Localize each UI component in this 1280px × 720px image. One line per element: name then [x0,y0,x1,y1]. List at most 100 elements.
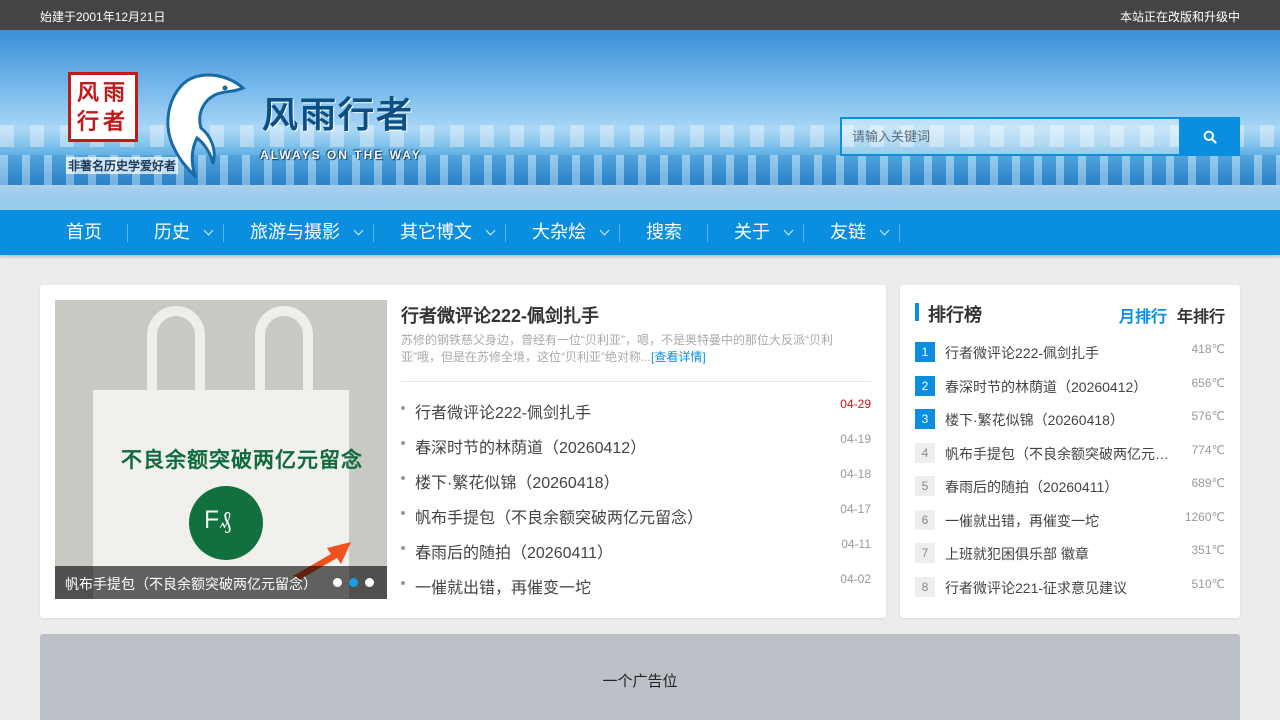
nav-item-label: 大杂烩 [532,222,586,242]
image-slider[interactable]: 不良余额突破两亿元留念 ᖴ₰ 帆布手提包（不良余额突破两亿元留念） [55,300,387,599]
recent-post-list: 行者微评论222-佩剑扎手 04-29 春深时节的林荫道（20260412） 04-1… [401,392,871,602]
seal-logo[interactable]: 风雨行者 [68,72,138,142]
top-bar: 始建于2001年12月21日 本站正在改版和升级中 [0,0,1280,30]
search-button[interactable] [1179,117,1240,156]
post-date: 04-19 [840,432,871,446]
rank-number-badge: 6 [915,509,935,530]
seal-text: 风雨行者 [76,80,129,135]
nav-separator [899,224,900,242]
nav-item[interactable]: 关于 [708,210,804,255]
bullet-icon [401,581,405,585]
ranking-item[interactable]: 8 行者微评论221-征求意见建议 510℃ [915,576,1225,610]
bullet-icon [401,511,405,515]
site-status-text: 本站正在改版和升级中 [1119,10,1240,24]
featured-section: 不良余额突破两亿元留念 ᖴ₰ 帆布手提包（不良余额突破两亿元留念） 行者微评论2… [40,285,886,618]
nav-item-label: 友链 [830,222,866,242]
chevron-down-icon [353,225,364,236]
post-list-item[interactable]: 楼下·繁花似锦（20260418） 04-18 [401,462,871,497]
slide-dot-3[interactable] [365,578,374,587]
ranking-item-heat: 1260℃ [1184,509,1225,524]
site-slogan: ALWAYS ON THE WAY [260,148,422,162]
ranking-item-heat: 656℃ [1191,375,1226,390]
post-list-item[interactable]: 帆布手提包（不良余额突破两亿元留念） 04-17 [401,497,871,532]
bag-handle [255,306,313,402]
nav-item[interactable]: 其它博文 [374,210,506,255]
ranking-item-title[interactable]: 上班就犯困俱乐部 徽章 [945,544,1170,564]
ranking-item[interactable]: 2 春深时节的林荫道（20260412） 656℃ [915,375,1225,409]
post-list-item[interactable]: 春深时节的林荫道（20260412） 04-19 [401,427,871,462]
search-box [840,117,1240,156]
tab-yearly-ranking[interactable]: 年排行 [1177,303,1225,327]
nav-item[interactable]: 友链 [804,210,900,255]
ranking-item[interactable]: 7 上班就犯困俱乐部 徽章 351℃ [915,542,1225,576]
ranking-item[interactable]: 6 一催就出错，再催变一坨 1260℃ [915,509,1225,543]
nav-item-label: 历史 [154,222,190,242]
ranking-item-title[interactable]: 帆布手提包（不良余额突破两亿元留念） [945,444,1170,464]
rank-number-badge: 1 [915,342,935,362]
chevron-down-icon [599,225,610,236]
nav-item[interactable]: 旅游与摄影 [224,210,374,255]
bullet-icon [401,476,405,480]
heading-accent-bar [915,303,919,321]
ranking-item[interactable]: 3 楼下·繁花似锦（20260418） 576℃ [915,408,1225,442]
post-list-item[interactable]: 行者微评论222-佩剑扎手 04-29 [401,392,871,427]
rank-number-badge: 3 [915,409,935,429]
ranking-item[interactable]: 1 行者微评论222-佩剑扎手 418℃ [915,341,1225,375]
nav-item[interactable]: 搜索 [620,210,708,255]
post-title[interactable]: 帆布手提包（不良余额突破两亿元留念） [415,504,703,528]
bag-emblem-mark: ᖴ₰ [205,506,232,534]
nav-item[interactable]: 大杂烩 [506,210,620,255]
ranking-item-title[interactable]: 春雨后的随拍（20260411） [945,477,1170,497]
nav-item[interactable]: 历史 [128,210,224,255]
dolphin-icon[interactable] [155,66,247,178]
nav-item-label: 搜索 [646,222,682,242]
nav-item-label: 旅游与摄影 [250,222,340,242]
ranking-item-heat: 510℃ [1191,576,1226,591]
nav-item-label: 关于 [734,222,770,242]
post-title[interactable]: 一催就出错，再催变一坨 [415,574,591,598]
ad-label: 一个广告位 [602,673,678,690]
slide-caption[interactable]: 帆布手提包（不良余额突破两亿元留念） [65,574,317,594]
ranking-item-title[interactable]: 行者微评论222-佩剑扎手 [945,343,1170,363]
search-input[interactable] [840,117,1179,156]
read-more-link[interactable]: [查看详情] [651,350,706,364]
chevron-down-icon [203,225,214,236]
nav-item[interactable]: 首页 [40,210,128,255]
ad-slot[interactable]: 一个广告位 [40,634,1240,720]
search-icon [1203,130,1217,144]
chevron-down-icon [485,225,496,236]
post-date: 04-18 [840,467,871,481]
ranking-item-heat: 418℃ [1191,342,1226,356]
rank-number-badge: 4 [915,442,935,463]
slide-dot-2[interactable] [349,578,358,587]
founded-text: 始建于2001年12月21日 [40,10,166,24]
post-title[interactable]: 楼下·繁花似锦（20260418） [415,469,620,493]
nav-item-label: 其它博文 [400,222,472,242]
ranking-item-title[interactable]: 春深时节的林荫道（20260412） [945,377,1170,397]
slide-image-text: 不良余额突破两亿元留念 [121,447,363,472]
ranking-header: 排行榜 月排行 年排行 [915,301,1225,326]
post-list-item[interactable]: 春雨后的随拍（20260411） 04-11 [401,532,871,567]
slide-dot-1[interactable] [333,578,342,587]
post-list-item[interactable]: 一催就出错，再催变一坨 04-02 [401,567,871,602]
bullet-icon [401,441,405,445]
main-nav: 首页 历史 旅游与摄影 其它博文 大杂烩 搜索 关于 友链 [0,210,1280,255]
ranking-item-title[interactable]: 一催就出错，再催变一坨 [945,511,1170,531]
ranking-item-title[interactable]: 楼下·繁花似锦（20260418） [945,410,1170,430]
featured-post-title[interactable]: 行者微评论222-佩剑扎手 [401,302,599,328]
post-title[interactable]: 行者微评论222-佩剑扎手 [415,399,591,423]
chevron-down-icon [783,225,794,236]
post-date: 04-11 [841,537,871,551]
site-name[interactable]: 风雨行者 [262,86,414,138]
ranking-item-title[interactable]: 行者微评论221-征求意见建议 [945,578,1170,598]
rank-number-badge: 5 [915,476,935,496]
ranking-item[interactable]: 5 春雨后的随拍（20260411） 689℃ [915,475,1225,509]
nav-item-label: 首页 [66,222,102,242]
post-title[interactable]: 春雨后的随拍（20260411） [415,539,613,563]
tab-monthly-ranking[interactable]: 月排行 [1119,303,1167,327]
rank-number-badge: 2 [915,375,935,396]
ranking-item[interactable]: 4 帆布手提包（不良余额突破两亿元留念） 774℃ [915,442,1225,476]
rank-number-badge: 8 [915,576,935,597]
post-title[interactable]: 春深时节的林荫道（20260412） [415,434,646,458]
ranking-title: 排行榜 [928,305,982,325]
